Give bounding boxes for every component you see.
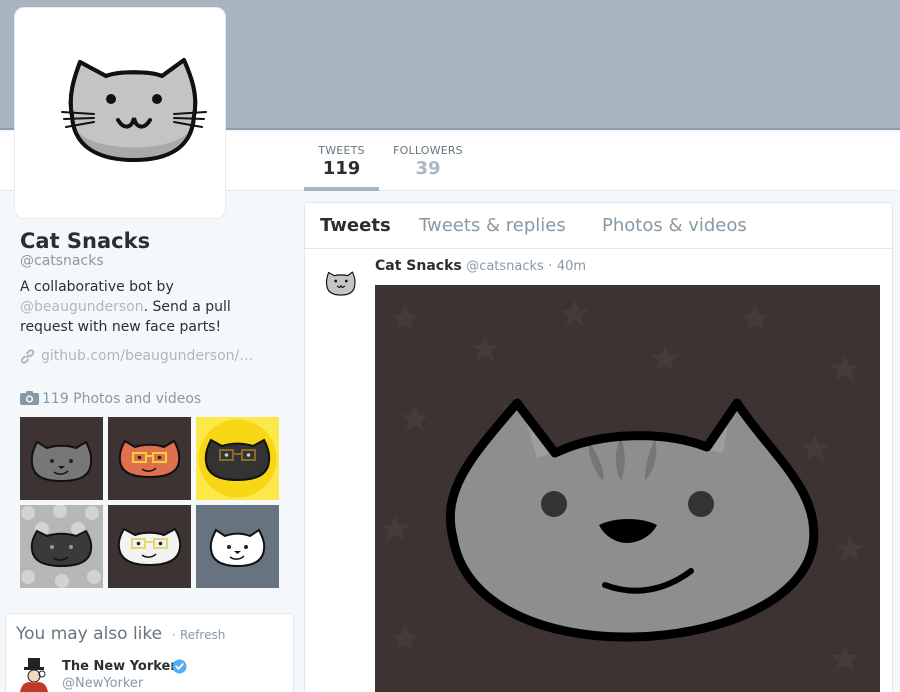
bio-text: A collaborative bot by <box>20 279 174 295</box>
tweet-meta-separator: · <box>548 259 553 274</box>
profile-website-link[interactable]: github.com/beaugunderson/… <box>20 348 253 364</box>
camera-icon <box>20 391 39 405</box>
who-to-follow-title: You may also like <box>16 624 163 644</box>
bio-mention-link[interactable]: @beaugunderson <box>20 299 144 315</box>
cat-face-avatar-icon <box>61 58 207 162</box>
profile-name[interactable]: Cat Snacks <box>20 229 150 253</box>
tweets-stat-value: 119 <box>322 158 361 179</box>
photos-header-link[interactable]: 119 Photos and videos <box>20 391 201 407</box>
orange-cat-glasses-icon <box>118 439 181 479</box>
black-cat-glasses-icon <box>198 419 277 498</box>
tweet-author-handle[interactable]: @catsnacks <box>466 259 544 274</box>
timeline: Tweets Tweets & replies Photos & videos … <box>304 202 893 692</box>
tab-tweets[interactable]: Tweets <box>320 215 391 236</box>
thumb-white-cat-slate[interactable] <box>196 505 279 588</box>
profile-avatar[interactable] <box>15 8 225 218</box>
profile-handle[interactable]: @catsnacks <box>20 253 104 269</box>
link-icon <box>20 349 35 364</box>
tweet-avatar[interactable] <box>324 267 358 301</box>
thumb-white-cat-glasses[interactable] <box>108 505 191 588</box>
tweets-stat-label: TWEETS <box>318 144 365 157</box>
timeline-tabs: Tweets Tweets & replies Photos & videos <box>305 203 892 249</box>
thumb-dark-cat-polka-dots[interactable] <box>20 505 103 588</box>
tweet-media-image[interactable] <box>375 285 880 692</box>
profile-website-text: github.com/beaugunderson/… <box>41 348 254 364</box>
who-to-follow-separator: · <box>172 628 176 642</box>
photos-header-text: 119 Photos and videos <box>42 391 202 407</box>
tweet-author-name[interactable]: Cat Snacks <box>375 258 462 274</box>
verified-badge-icon <box>172 659 187 674</box>
suggested-account-name[interactable]: The New Yorker <box>62 659 177 674</box>
tab-photos-and-videos[interactable]: Photos & videos <box>602 215 747 236</box>
gray-tabby-cat-image <box>375 285 880 692</box>
refresh-link[interactable]: Refresh <box>180 628 225 642</box>
thumb-black-cat-glasses[interactable] <box>196 417 279 500</box>
followers-stat-label: FOLLOWERS <box>393 144 463 157</box>
thumb-gray-tabby-cat[interactable] <box>20 417 103 500</box>
tweets-stat[interactable]: TWEETS 119 <box>304 132 379 191</box>
tweet-header: Cat Snacks @catsnacks · 40m <box>375 258 586 274</box>
who-to-follow-card: You may also like · Refresh The New York… <box>5 613 294 692</box>
suggested-account-handle: @NewYorker <box>62 676 144 691</box>
thumb-orange-cat-glasses[interactable] <box>108 417 191 500</box>
followers-stat-value: 39 <box>415 158 441 179</box>
dark-cat-polka-dots-icon <box>21 505 101 588</box>
gray-tabby-cat-icon <box>30 440 93 483</box>
tweet-timestamp[interactable]: 40m <box>557 259 586 274</box>
profile-bio: A collaborative bot by @beaugunderson. S… <box>20 277 265 337</box>
white-cat-slate-icon <box>209 528 266 568</box>
followers-stat[interactable]: FOLLOWERS 39 <box>390 132 466 191</box>
cat-face-avatar-icon <box>325 271 356 296</box>
eustace-tilley-icon <box>16 656 52 692</box>
tab-tweets-and-replies[interactable]: Tweets & replies <box>419 215 566 236</box>
new-yorker-avatar[interactable] <box>16 656 52 692</box>
white-cat-glasses-icon <box>117 527 182 567</box>
